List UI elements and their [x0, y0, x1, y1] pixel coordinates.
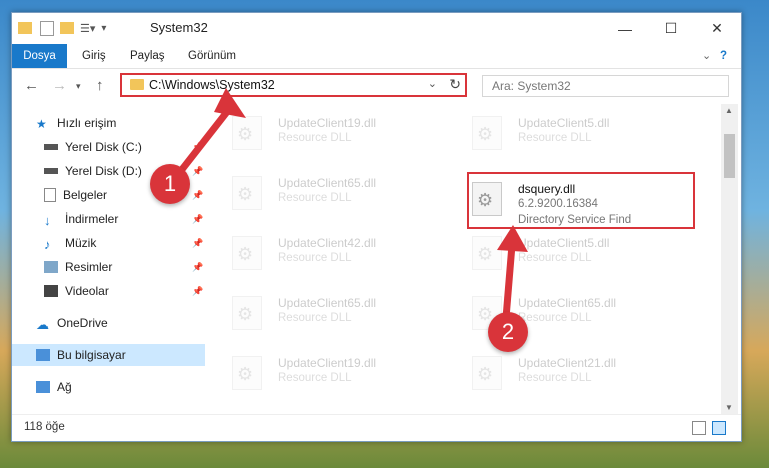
- arrow-2-head: [497, 225, 528, 252]
- step-badge-2: 2: [488, 312, 528, 352]
- step-badge-1: 1: [150, 164, 190, 204]
- arrow-1-head: [214, 88, 246, 118]
- annotation-arrows: [177, 88, 528, 319]
- arrow-1-shaft: [177, 105, 233, 175]
- arrow-2-shaft: [502, 244, 516, 319]
